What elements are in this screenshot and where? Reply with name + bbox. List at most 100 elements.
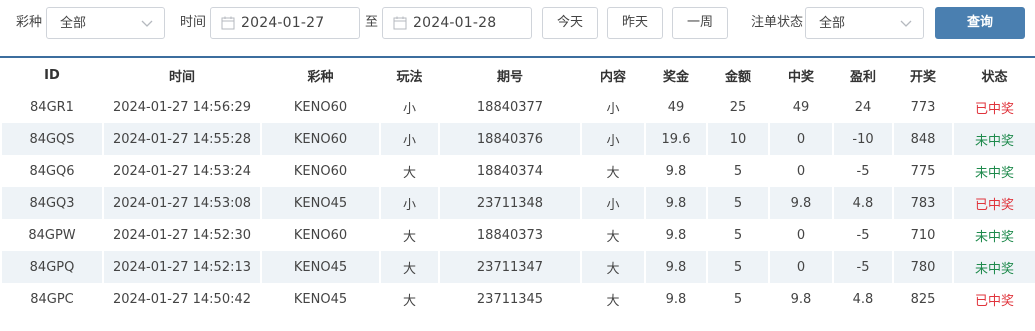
cell-draw: 775 (910, 163, 936, 179)
cell-prize: 9.8 (665, 291, 687, 307)
cell-prize: 9.8 (646, 187, 706, 219)
cell-win: 49 (792, 99, 810, 115)
cell-win: 9.8 (770, 187, 832, 219)
cell-time: 2024-01-27 14:50:42 (112, 291, 252, 307)
table-row: 84GQ3 2024-01-27 14:53:08 KENO45 小 23711… (2, 187, 1035, 219)
cell-win: 0 (770, 123, 832, 155)
column-header-content: 内容 (599, 69, 626, 85)
cell-time: 2024-01-27 14:53:24 (112, 163, 252, 179)
column-header-time: 时间 (168, 69, 195, 85)
cell-profit: 4.8 (852, 291, 874, 307)
cell-play: 小 (381, 123, 438, 155)
cell-play: 大 (402, 165, 416, 181)
to-label: 至 (365, 15, 379, 30)
date-to-value: 2024-01-28 (413, 15, 497, 31)
cell-id: 84GQ6 (29, 163, 75, 179)
cell-lottery: KENO60 (293, 227, 348, 243)
cell-draw: 783 (894, 187, 952, 219)
cell-draw: 773 (910, 99, 936, 115)
cell-amount: 5 (733, 291, 743, 307)
cell-id: 84GQS (2, 123, 102, 155)
status-won: 已中奖 (974, 101, 1014, 117)
cell-amount: 5 (733, 163, 743, 179)
cell-amount: 5 (708, 187, 768, 219)
today-button[interactable]: 今天 (542, 7, 598, 39)
cell-profit: -10 (834, 123, 892, 155)
date-from-input[interactable]: 2024-01-27 (210, 7, 360, 39)
cell-play: 小 (381, 187, 438, 219)
table-row: 84GPQ 2024-01-27 14:52:13 KENO45 大 23711… (2, 251, 1035, 283)
cell-profit: 24 (854, 99, 872, 115)
table-row: 84GPW 2024-01-27 14:52:30 KENO60 大 18840… (2, 219, 1035, 251)
cell-amount: 10 (708, 123, 768, 155)
status-select[interactable]: 全部 (805, 7, 924, 39)
cell-id: 84GPW (28, 227, 76, 243)
cell-profit: -5 (856, 163, 870, 179)
calendar-icon (221, 16, 235, 30)
chevron-down-icon (141, 20, 153, 27)
lottery-select[interactable]: 全部 (46, 7, 165, 39)
cell-content: 小 (606, 101, 620, 117)
cell-lottery: KENO45 (262, 187, 379, 219)
cell-id: 84GQ3 (2, 187, 102, 219)
bets-table: ID 时间 彩种 玩法 期号 内容 奖金 金额 中奖 盈利 开奖 状态 84GR… (0, 59, 1035, 315)
column-header-id: ID (44, 67, 60, 83)
cell-profit: 4.8 (834, 187, 892, 219)
cell-win: 9.8 (790, 291, 812, 307)
cell-draw: 848 (894, 123, 952, 155)
column-header-amount: 金额 (724, 69, 751, 85)
cell-prize: 9.8 (665, 163, 687, 179)
cell-content: 小 (582, 123, 644, 155)
divider (0, 56, 1035, 58)
lottery-select-value: 全部 (60, 16, 87, 31)
cell-issue: 23711347 (440, 251, 580, 283)
cell-content: 大 (582, 251, 644, 283)
cell-draw: 780 (894, 251, 952, 283)
cell-play: 大 (402, 293, 416, 309)
cell-content: 大 (606, 229, 620, 245)
cell-time: 2024-01-27 14:52:13 (104, 251, 260, 283)
date-to-input[interactable]: 2024-01-28 (382, 7, 532, 39)
cell-amount: 25 (729, 99, 747, 115)
lottery-label: 彩种 (16, 15, 43, 30)
time-label: 时间 (180, 15, 207, 30)
cell-content: 小 (582, 187, 644, 219)
column-header-play: 玩法 (396, 69, 423, 85)
cell-content: 大 (606, 165, 620, 181)
cell-issue: 18840376 (440, 123, 580, 155)
cell-id: 84GPC (30, 291, 74, 307)
cell-win: 0 (796, 227, 806, 243)
status-lost: 未中奖 (954, 123, 1035, 155)
cell-play: 小 (402, 101, 416, 117)
column-header-profit: 盈利 (849, 69, 876, 85)
cell-issue: 23711345 (476, 291, 544, 307)
cell-lottery: KENO60 (262, 123, 379, 155)
cell-id: 84GR1 (30, 99, 74, 115)
cell-content: 大 (606, 293, 620, 309)
date-from-value: 2024-01-27 (241, 15, 325, 31)
cell-win: 0 (770, 251, 832, 283)
table-row: 84GPC 2024-01-27 14:50:42 KENO45 大 23711… (2, 283, 1035, 315)
status-lost: 未中奖 (954, 251, 1035, 283)
column-header-draw: 开奖 (909, 69, 936, 85)
column-header-status: 状态 (981, 69, 1008, 85)
filter-bar: 彩种 全部 时间 2024-01-27 至 2024-01-28 今天 昨天 一… (0, 0, 1035, 56)
cell-play: 大 (381, 251, 438, 283)
table-row: 84GQ6 2024-01-27 14:53:24 KENO60 大 18840… (2, 155, 1035, 187)
cell-time: 2024-01-27 14:53:08 (104, 187, 260, 219)
cell-amount: 5 (733, 227, 743, 243)
status-lost: 未中奖 (974, 229, 1014, 245)
cell-prize: 19.6 (646, 123, 706, 155)
cell-time: 2024-01-27 14:55:28 (104, 123, 260, 155)
cell-issue: 23711348 (440, 187, 580, 219)
table-header-row: ID 时间 彩种 玩法 期号 内容 奖金 金额 中奖 盈利 开奖 状态 (2, 59, 1035, 91)
cell-prize: 9.8 (665, 227, 687, 243)
week-button[interactable]: 一周 (672, 7, 728, 39)
query-button[interactable]: 查询 (935, 7, 1025, 39)
table-row: 84GR1 2024-01-27 14:56:29 KENO60 小 18840… (2, 91, 1035, 123)
column-header-issue: 期号 (496, 69, 523, 85)
cell-id: 84GPQ (2, 251, 102, 283)
cell-prize: 49 (667, 99, 685, 115)
yesterday-button[interactable]: 昨天 (607, 7, 663, 39)
column-header-win: 中奖 (787, 69, 814, 85)
